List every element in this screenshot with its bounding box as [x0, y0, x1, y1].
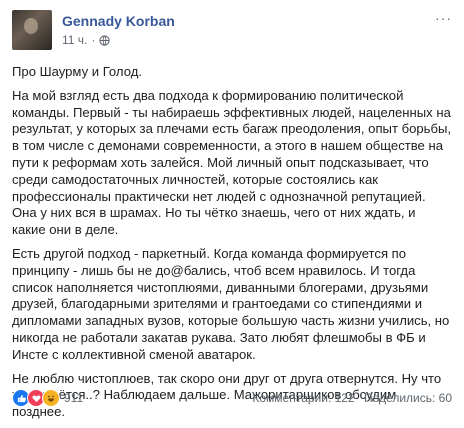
post-header: Gennady Korban 11 ч. ·	[12, 10, 175, 50]
post-paragraph: Про Шаурму и Голод.	[12, 64, 142, 79]
post-paragraph: Есть другой подход - паркетный. Когда ко…	[12, 245, 450, 362]
separator: ·	[91, 33, 96, 47]
post-text: Про Шаурму и Голод. На мой взгляд есть д…	[12, 64, 452, 428]
time-row: 11 ч. ·	[62, 32, 175, 48]
post-meta: Gennady Korban 11 ч. ·	[62, 12, 175, 50]
post-paragraph: На мой взгляд есть два подхода к формиро…	[12, 87, 452, 238]
reaction-count: 911	[64, 391, 84, 405]
author-name[interactable]: Gennady Korban	[62, 12, 175, 30]
post-time[interactable]: 11 ч.	[62, 32, 87, 48]
reactions-summary[interactable]: 911	[12, 389, 83, 407]
haha-reaction-icon	[42, 389, 60, 407]
avatar[interactable]	[12, 10, 52, 50]
comments-count[interactable]: Комментарии: 122	[252, 391, 354, 405]
post-footer: 911 Комментарии: 122 Поделились: 60	[12, 389, 452, 407]
engagement-stats: Комментарии: 122 Поделились: 60	[246, 391, 452, 405]
more-options-icon[interactable]: ···	[435, 10, 452, 26]
globe-icon	[99, 34, 111, 46]
shares-count[interactable]: Поделились: 60	[364, 391, 452, 405]
facebook-post: Gennady Korban 11 ч. · ··· Про Шаурму и …	[0, 0, 464, 423]
